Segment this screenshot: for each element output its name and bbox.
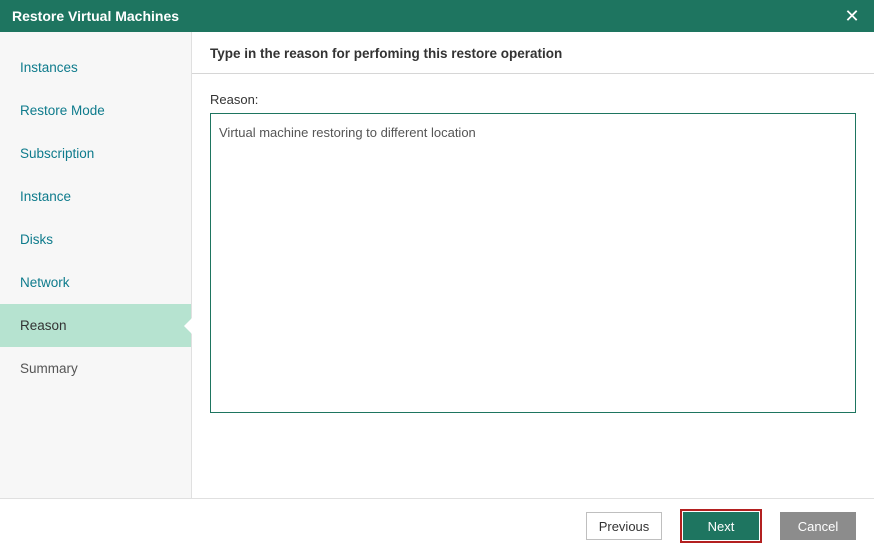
sidebar-item-summary[interactable]: Summary xyxy=(0,347,191,390)
sidebar-item-label: Network xyxy=(20,275,70,290)
next-button-highlight: Next xyxy=(680,509,762,543)
sidebar-item-label: Instance xyxy=(20,189,71,204)
sidebar-item-label: Disks xyxy=(20,232,53,247)
sidebar-item-network[interactable]: Network xyxy=(0,261,191,304)
next-button[interactable]: Next xyxy=(683,512,759,540)
main-header: Type in the reason for perfoming this re… xyxy=(192,32,874,74)
sidebar-item-label: Instances xyxy=(20,60,78,75)
sidebar-item-instances[interactable]: Instances xyxy=(0,46,191,89)
body-area: Instances Restore Mode Subscription Inst… xyxy=(0,32,874,498)
sidebar-item-disks[interactable]: Disks xyxy=(0,218,191,261)
close-icon[interactable]: ✕ xyxy=(842,6,862,26)
sidebar-item-label: Reason xyxy=(20,318,67,333)
reason-label: Reason: xyxy=(210,92,856,107)
footer: Previous Next Cancel xyxy=(0,498,874,553)
previous-button[interactable]: Previous xyxy=(586,512,662,540)
window-title: Restore Virtual Machines xyxy=(12,8,179,24)
sidebar-item-reason[interactable]: Reason xyxy=(0,304,191,347)
sidebar-item-instance[interactable]: Instance xyxy=(0,175,191,218)
reason-textarea[interactable] xyxy=(210,113,856,413)
titlebar: Restore Virtual Machines ✕ xyxy=(0,0,874,32)
sidebar: Instances Restore Mode Subscription Inst… xyxy=(0,32,192,498)
sidebar-item-label: Subscription xyxy=(20,146,94,161)
sidebar-item-restore-mode[interactable]: Restore Mode xyxy=(0,89,191,132)
sidebar-item-label: Summary xyxy=(20,361,78,376)
main-panel: Type in the reason for perfoming this re… xyxy=(192,32,874,498)
sidebar-item-subscription[interactable]: Subscription xyxy=(0,132,191,175)
cancel-button[interactable]: Cancel xyxy=(780,512,856,540)
main-content: Reason: xyxy=(192,74,874,498)
sidebar-item-label: Restore Mode xyxy=(20,103,105,118)
